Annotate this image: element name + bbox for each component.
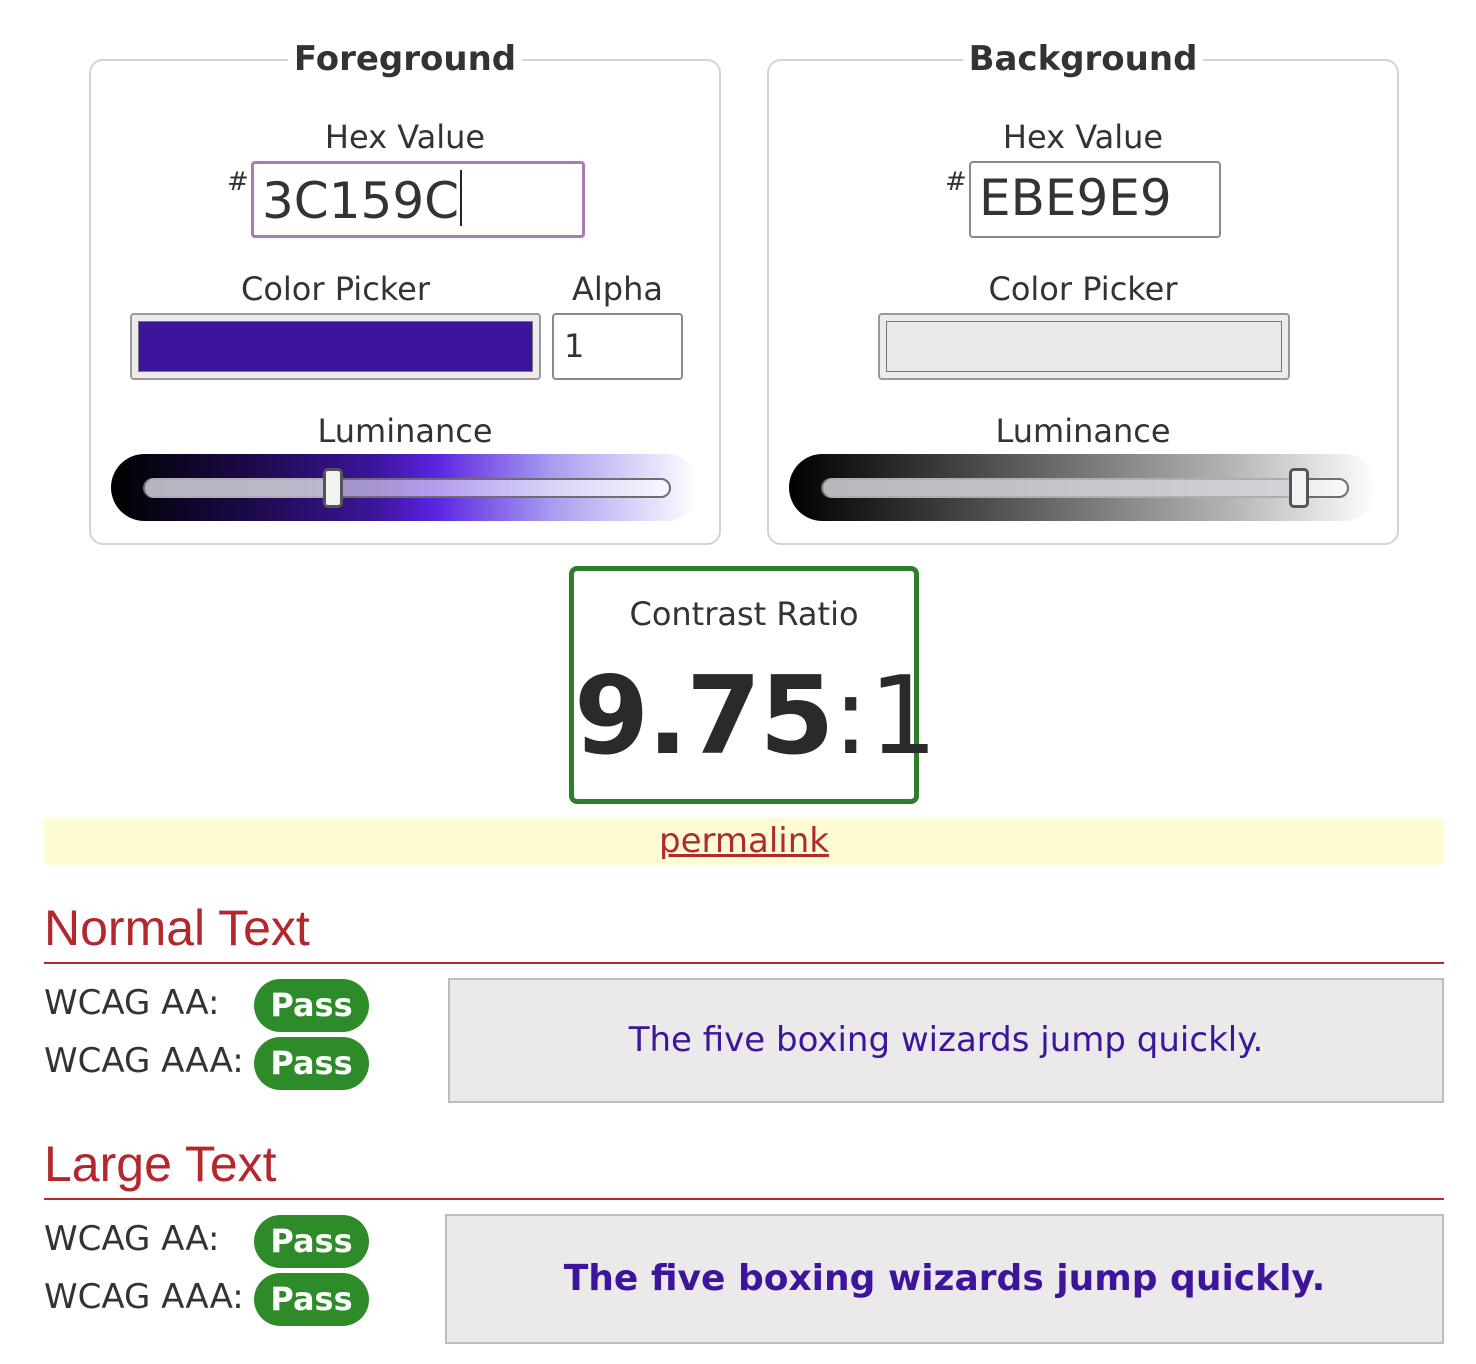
contrast-ratio-suffix: :1 — [832, 654, 938, 779]
bg-color-picker[interactable] — [878, 313, 1290, 380]
large-wcag-aaa-label: WCAG AAA: — [44, 1277, 244, 1317]
fg-hex-value: 3C159C — [262, 172, 460, 230]
background-panel: Background Hex Value # EBE9E9 Color Pick… — [767, 39, 1399, 545]
bg-luminance-slider[interactable] — [789, 454, 1377, 521]
normal-text-heading: Normal Text — [44, 898, 1444, 964]
bg-hex-input[interactable]: EBE9E9 — [969, 161, 1221, 238]
fg-alpha-input[interactable]: 1 — [552, 313, 683, 380]
normal-text-sample: The five boxing wizards jump quickly. — [448, 978, 1444, 1103]
bg-color-swatch — [886, 321, 1282, 372]
bg-luminance-fill — [823, 478, 1299, 498]
normal-wcag-aaa-badge: Pass — [254, 1037, 369, 1090]
bg-luminance-thumb[interactable] — [1288, 468, 1309, 508]
large-wcag-aaa-badge: Pass — [254, 1273, 369, 1326]
fg-hex-input[interactable]: 3C159C — [251, 161, 585, 238]
foreground-legend: Foreground — [91, 39, 719, 79]
contrast-ratio-number: 9.75 — [574, 654, 834, 779]
fg-luminance-slider[interactable] — [111, 454, 699, 521]
bg-hash-symbol: # — [945, 167, 967, 197]
permalink-link[interactable]: permalink — [659, 821, 829, 861]
permalink-bar: permalink — [44, 817, 1444, 865]
fg-hash-symbol: # — [227, 167, 249, 197]
foreground-panel: Foreground Hex Value # 3C159C Color Pick… — [89, 39, 721, 545]
contrast-ratio-box: Contrast Ratio 9.75:1 — [569, 566, 938, 804]
text-caret — [460, 170, 463, 226]
bg-luminance-label: Luminance — [995, 412, 1171, 450]
normal-wcag-aa-badge: Pass — [254, 979, 369, 1032]
bg-hex-value: EBE9E9 — [979, 169, 1172, 227]
bg-color-picker-label: Color Picker — [988, 270, 1178, 308]
bg-hex-label: Hex Value — [1002, 118, 1164, 156]
normal-wcag-aa-label: WCAG AA: — [44, 983, 220, 1023]
fg-color-picker-label: Color Picker — [240, 270, 431, 308]
large-wcag-aa-badge: Pass — [254, 1215, 369, 1268]
contrast-ratio-value: 9.75:1 — [574, 654, 938, 779]
normal-wcag-aaa-label: WCAG AAA: — [44, 1041, 244, 1081]
background-legend: Background — [769, 39, 1397, 79]
fg-luminance-fill — [145, 478, 334, 498]
fg-hex-label: Hex Value — [324, 118, 486, 156]
contrast-ratio-label: Contrast Ratio — [629, 595, 859, 633]
fg-color-swatch — [138, 321, 533, 372]
fg-luminance-thumb[interactable] — [323, 468, 344, 508]
large-text-heading: Large Text — [44, 1134, 1444, 1200]
fg-color-picker[interactable] — [130, 313, 541, 380]
fg-luminance-label: Luminance — [317, 412, 493, 450]
large-wcag-aa-label: WCAG AA: — [44, 1219, 220, 1259]
fg-alpha-label: Alpha — [572, 270, 663, 308]
large-text-sample: The five boxing wizards jump quickly. — [445, 1214, 1444, 1344]
